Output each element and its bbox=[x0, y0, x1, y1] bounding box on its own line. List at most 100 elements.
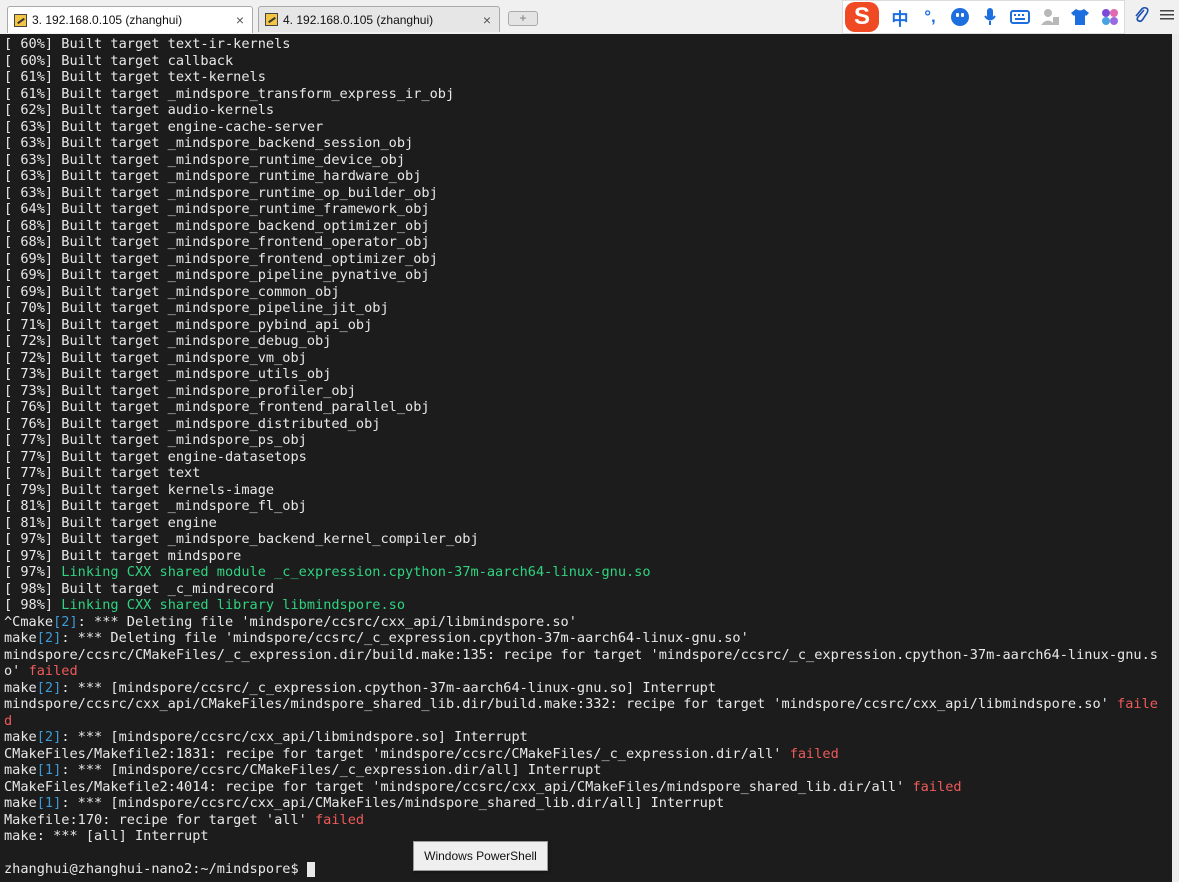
terminal-text-segment: [2] bbox=[36, 679, 62, 696]
sogou-logo-icon[interactable]: S bbox=[845, 2, 879, 32]
terminal-icon bbox=[265, 13, 278, 26]
terminal-text-segment: [1] bbox=[36, 762, 62, 778]
terminal-line: [ 63%] Built target _mindspore_backend_s… bbox=[4, 135, 413, 151]
terminal-line: [ 68%] Built target _mindspore_backend_o… bbox=[4, 218, 430, 234]
terminal-text-segment: [ 60%] Built target text-ir-kernels bbox=[4, 36, 291, 52]
terminal-line: mindspore/ccsrc/CMakeFiles/_c_expression… bbox=[4, 647, 1158, 663]
terminal-line: make[1]: *** [mindspore/ccsrc/cxx_api/CM… bbox=[4, 795, 724, 811]
punctuation-toggle[interactable]: °, bbox=[915, 2, 945, 32]
terminal-text-segment: : *** [mindspore/ccsrc/cxx_api/CMakeFile… bbox=[61, 795, 725, 811]
terminal-line: [ 68%] Built target _mindspore_frontend_… bbox=[4, 234, 430, 250]
terminal-line: [ 97%] Built target mindspore bbox=[4, 548, 241, 564]
terminal-cursor bbox=[306, 862, 315, 877]
terminal-line: make[2]: *** [mindspore/ccsrc/_c_express… bbox=[4, 680, 716, 696]
user-icon[interactable] bbox=[1035, 2, 1065, 32]
terminal-line: [ 77%] Built target engine-datasetops bbox=[4, 449, 307, 465]
window-tools bbox=[1128, 0, 1179, 34]
terminal-line: [ 69%] Built target _mindspore_common_ob… bbox=[4, 284, 340, 300]
terminal-text-segment: : *** [mindspore/ccsrc/cxx_api/libmindsp… bbox=[61, 729, 528, 745]
terminal-line: mindspore/ccsrc/cxx_api/CMakeFiles/minds… bbox=[4, 696, 1158, 712]
vertical-scrollbar[interactable] bbox=[1172, 34, 1179, 882]
terminal-text-segment: o' bbox=[4, 663, 29, 679]
terminal-text-segment: make bbox=[4, 679, 37, 696]
terminal-line: [ 63%] Built target _mindspore_runtime_h… bbox=[4, 168, 421, 184]
terminal-line: [ 62%] Built target audio-kernels bbox=[4, 102, 274, 118]
terminal-text-segment: [ 64%] Built target _mindspore_runtime_f… bbox=[4, 201, 430, 217]
terminal-line: [ 70%] Built target _mindspore_pipeline_… bbox=[4, 300, 389, 316]
terminal-text-segment: Makefile:170: recipe for target 'all' bbox=[4, 811, 315, 828]
terminal-text-segment: Linking CXX shared module _c_expression.… bbox=[61, 564, 651, 580]
terminal-text-segment: failed bbox=[912, 778, 962, 795]
terminal-text-segment: : *** Deleting file 'mindspore/ccsrc/cxx… bbox=[77, 613, 577, 630]
apps-icon[interactable] bbox=[1095, 2, 1125, 32]
terminal-text-segment: [ 63%] Built target _mindspore_runtime_d… bbox=[4, 151, 406, 168]
terminal-text-segment: zhanghui@zhanghui-nano2:~/mindspore$ bbox=[4, 861, 307, 877]
new-tab-button[interactable]: + bbox=[508, 11, 538, 26]
terminal-output: [ 60%] Built target text-ir-kernels [ 60… bbox=[4, 36, 1158, 878]
tab-session-4[interactable]: 4. 192.168.0.105 (zhanghui) × bbox=[258, 6, 500, 32]
terminal-line: [ 81%] Built target engine bbox=[4, 515, 217, 531]
terminal-text-segment: : *** Deleting file 'mindspore/ccsrc/_c_… bbox=[61, 630, 749, 646]
ime-toolbar: S 中 °, bbox=[842, 0, 1125, 34]
terminal-text-segment: [ 77%] Built target engine-datasetops bbox=[4, 448, 307, 465]
terminal-text-segment: [ 69%] Built target _mindspore_frontend_… bbox=[4, 250, 438, 267]
terminal-line: make: *** [all] Interrupt bbox=[4, 828, 209, 844]
keyboard-icon[interactable] bbox=[1005, 2, 1035, 32]
emoji-icon[interactable] bbox=[945, 2, 975, 32]
terminal-line: [ 81%] Built target _mindspore_fl_obj bbox=[4, 498, 307, 514]
terminal-text-segment: [ 98%] bbox=[4, 597, 62, 613]
terminal-line: [ 63%] Built target _mindspore_runtime_o… bbox=[4, 185, 438, 201]
terminal-line: [ 79%] Built target kernels-image bbox=[4, 482, 274, 498]
terminal-text-segment: [2] bbox=[36, 729, 62, 745]
terminal-text-segment: mindspore/ccsrc/cxx_api/CMakeFiles/minds… bbox=[4, 696, 1118, 712]
close-icon[interactable]: × bbox=[236, 12, 244, 28]
menu-icon[interactable] bbox=[1159, 7, 1174, 27]
terminal-line: [ 72%] Built target _mindspore_debug_obj bbox=[4, 333, 331, 349]
close-icon[interactable]: × bbox=[483, 12, 491, 28]
terminal-text-segment: Linking CXX shared library libmindspore.… bbox=[61, 597, 406, 613]
terminal-text-segment: [ 81%] Built target engine bbox=[4, 514, 217, 531]
terminal-text-segment: [ 76%] Built target _mindspore_distribut… bbox=[4, 415, 381, 432]
shirt-icon[interactable] bbox=[1065, 2, 1095, 32]
terminal-text-segment: CMakeFiles/Makefile2:1831: recipe for ta… bbox=[4, 745, 790, 762]
terminal-line: Makefile:170: recipe for target 'all' fa… bbox=[4, 812, 364, 828]
language-toggle[interactable]: 中 bbox=[885, 2, 915, 32]
terminal-text-segment: failed bbox=[315, 811, 365, 828]
terminal-line: [ 69%] Built target _mindspore_frontend_… bbox=[4, 251, 438, 267]
tab-session-3[interactable]: 3. 192.168.0.105 (zhanghui) × bbox=[7, 6, 253, 33]
taskbar-tooltip: Windows PowerShell bbox=[413, 841, 548, 871]
paperclip-icon[interactable] bbox=[1133, 6, 1149, 29]
terminal-line: [ 61%] Built target text-kernels bbox=[4, 69, 266, 85]
terminal-line: make[2]: *** Deleting file 'mindspore/cc… bbox=[4, 630, 749, 646]
terminal-text-segment: [ 73%] Built target _mindspore_utils_obj bbox=[4, 366, 332, 382]
terminal-text-segment: : *** [mindspore/ccsrc/CMakeFiles/_c_exp… bbox=[61, 762, 602, 778]
terminal-text-segment: [ 61%] Built target _mindspore_transform… bbox=[4, 85, 455, 102]
terminal-text-segment: [2] bbox=[53, 613, 78, 630]
terminal-line: d bbox=[4, 713, 12, 729]
terminal-line: [ 73%] Built target _mindspore_profiler_… bbox=[4, 383, 356, 399]
terminal-text-segment: d bbox=[4, 712, 13, 729]
terminal-line: make[2]: *** [mindspore/ccsrc/cxx_api/li… bbox=[4, 729, 528, 745]
terminal-line: make[1]: *** [mindspore/ccsrc/CMakeFiles… bbox=[4, 762, 601, 778]
terminal-text-segment: [ 77%] Built target text bbox=[4, 465, 201, 481]
terminal-line: zhanghui@zhanghui-nano2:~/mindspore$ bbox=[4, 861, 315, 877]
microphone-icon[interactable] bbox=[975, 2, 1005, 32]
terminal-text-segment: [ 72%] Built target _mindspore_debug_obj bbox=[4, 333, 332, 349]
terminal-text-segment: [ 71%] Built target _mindspore_pybind_ap… bbox=[4, 316, 373, 333]
terminal-line: [ 69%] Built target _mindspore_pipeline_… bbox=[4, 267, 430, 283]
terminal-text-segment: [ 63%] Built target _mindspore_backend_s… bbox=[4, 135, 414, 151]
terminal-text-segment: [ 69%] Built target _mindspore_pipeline_… bbox=[4, 267, 430, 283]
terminal-line: CMakeFiles/Makefile2:1831: recipe for ta… bbox=[4, 746, 839, 762]
terminal-text-segment: [ 77%] Built target _mindspore_ps_obj bbox=[4, 432, 307, 448]
terminal-line: [ 63%] Built target engine-cache-server bbox=[4, 119, 323, 135]
terminal-text-segment: failed bbox=[28, 663, 78, 679]
terminal-text-segment: ^Cmake bbox=[4, 613, 54, 630]
terminal-text-segment: [ 70%] Built target _mindspore_pipeline_… bbox=[4, 300, 389, 316]
terminal-line: [ 63%] Built target _mindspore_runtime_d… bbox=[4, 152, 405, 168]
terminal-text-segment: CMakeFiles/Makefile2:4014: recipe for ta… bbox=[4, 778, 913, 795]
terminal-line: [ 60%] Built target text-ir-kernels bbox=[4, 36, 290, 52]
terminal-text-segment: [ 68%] Built target _mindspore_frontend_… bbox=[4, 234, 430, 250]
terminal-text-segment: failed bbox=[789, 745, 839, 762]
terminal-window[interactable]: [ 60%] Built target text-ir-kernels [ 60… bbox=[0, 34, 1172, 882]
terminal-line: ^Cmake[2]: *** Deleting file 'mindspore/… bbox=[4, 614, 577, 630]
